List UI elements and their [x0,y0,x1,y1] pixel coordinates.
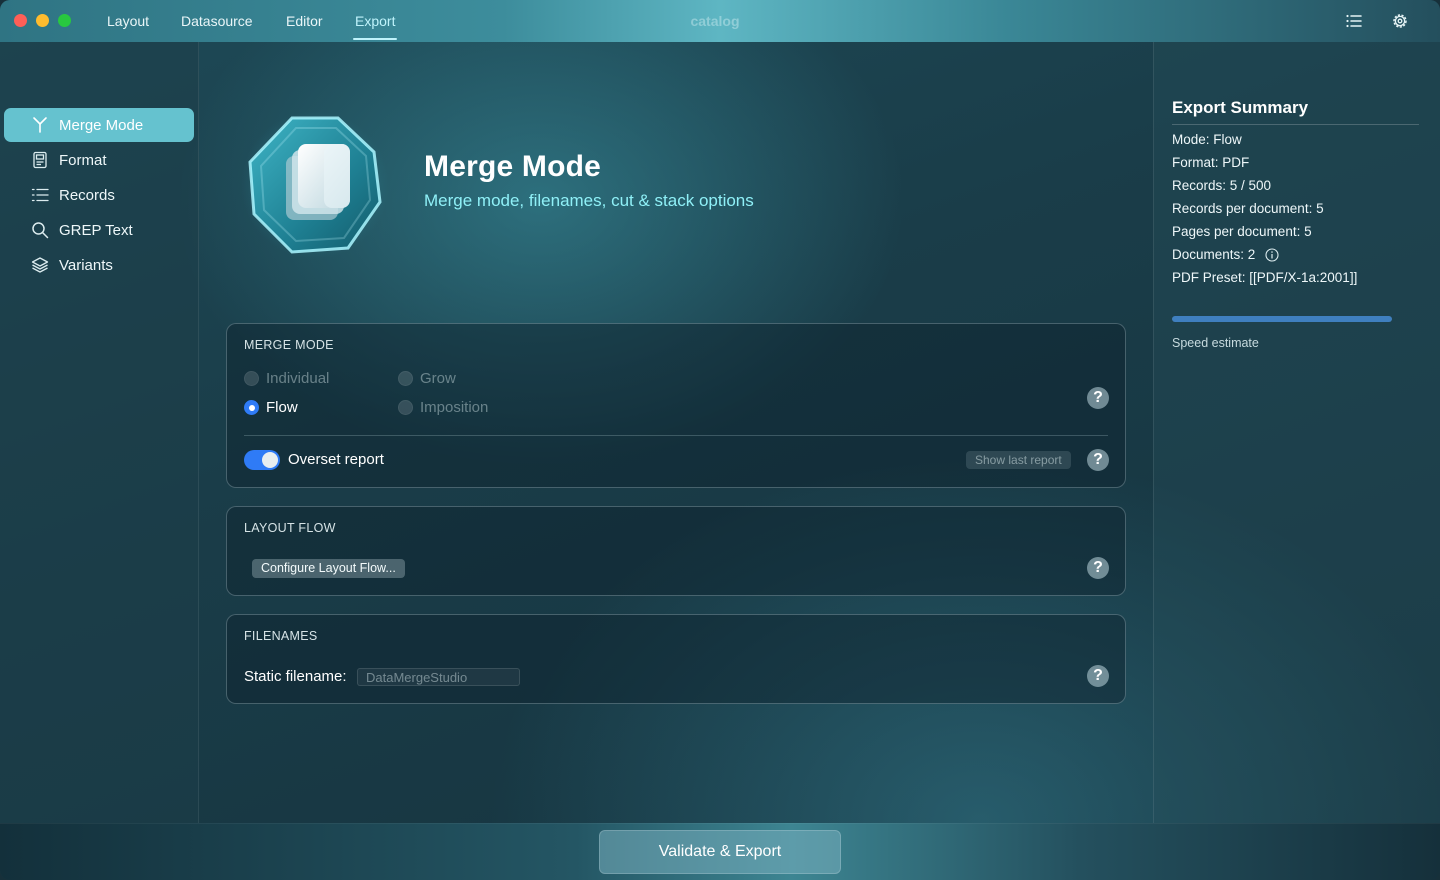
speed-estimate-fill [1172,316,1392,322]
divider [1172,124,1419,125]
summary-title: Export Summary [1172,98,1309,117]
footer-bar: Validate & Export [0,823,1440,880]
sidebar-item-records[interactable]: Records [4,178,194,212]
tab-layout[interactable]: Layout [107,0,149,42]
overset-report-label: Overset report [288,451,384,468]
title-bar: Layout Datasource Editor Export catalog [0,0,1440,42]
export-summary-panel: Export Summary Mode: Flow Format: PDF Re… [1153,42,1440,823]
close-window-button[interactable] [14,14,27,27]
sidebar-item-label: Merge Mode [59,116,144,134]
overset-report-toggle[interactable] [244,450,280,470]
divider [244,435,1108,436]
search-icon [30,220,50,240]
show-last-report-button[interactable]: Show last report [966,451,1071,469]
summary-documents: Documents: 2 [1172,247,1256,262]
configure-layout-flow-button[interactable]: Configure Layout Flow... [252,559,405,578]
page-subtitle: Merge mode, filenames, cut & stack optio… [424,191,754,210]
help-button[interactable]: ? [1087,665,1109,687]
radio-label: Flow [266,399,298,416]
speed-estimate-bar [1172,316,1392,322]
summary-records: Records: 5 / 500 [1172,178,1272,193]
radio-label: Imposition [420,399,489,416]
tab-editor[interactable]: Editor [286,0,323,42]
summary-mode: Mode: Flow [1172,132,1242,147]
zoom-window-button[interactable] [58,14,71,27]
sidebar-item-grep-text[interactable]: GREP Text [4,213,194,247]
summary-format: Format: PDF [1172,155,1250,170]
radio-individual[interactable]: Individual [244,370,329,387]
summary-documents-row: Documents: 2 [1172,247,1279,262]
documents-stack-icon [241,111,389,259]
validate-export-button[interactable]: Validate & Export [599,830,841,874]
minimize-window-button[interactable] [36,14,49,27]
radio-flow[interactable]: Flow [244,399,298,416]
app-window: Layout Datasource Editor Export catalog … [0,0,1440,880]
sidebar-item-label: Records [59,186,115,204]
help-button[interactable]: ? [1087,387,1109,409]
filenames-panel: FILENAMES Static filename: DataMergeStud… [226,614,1126,704]
page-title: Merge Mode [424,150,602,183]
sidebar: Merge Mode Format Records GREP Text Vari… [0,42,199,823]
sidebar-item-label: GREP Text [59,221,133,239]
sidebar-item-variants[interactable]: Variants [4,248,194,282]
tab-datasource[interactable]: Datasource [181,0,253,42]
radio-circle [244,371,259,386]
radio-imposition[interactable]: Imposition [398,399,488,416]
static-filename-input[interactable]: DataMergeStudio [357,668,520,686]
merge-mode-panel: MERGE MODE Individual Grow Flow Impositi… [226,323,1126,488]
radio-circle [244,400,259,415]
records-list-icon [30,185,50,205]
panel-title: LAYOUT FLOW [244,521,336,535]
summary-pages-per-document: Pages per document: 5 [1172,224,1312,239]
panel-title: FILENAMES [244,629,318,643]
summary-pdf-preset: PDF Preset: [[PDF/X-1a:2001]] [1172,270,1358,285]
tab-export[interactable]: Export [352,0,398,42]
info-icon[interactable] [1265,247,1279,262]
radio-grow[interactable]: Grow [398,370,456,387]
layout-flow-panel: LAYOUT FLOW Configure Layout Flow... ? [226,506,1126,596]
help-button[interactable]: ? [1087,449,1109,471]
help-button[interactable]: ? [1087,557,1109,579]
window-title: catalog [690,13,740,29]
panel-title: MERGE MODE [244,338,334,352]
radio-label: Grow [420,370,456,387]
sidebar-item-format[interactable]: Format [4,143,194,177]
radio-label: Individual [266,370,330,387]
summary-records-per-document: Records per document: 5 [1172,201,1324,216]
list-icon[interactable] [1344,11,1364,31]
radio-circle [398,400,413,415]
static-filename-label: Static filename: [244,668,347,685]
speed-estimate-label: Speed estimate [1172,336,1259,350]
gear-icon[interactable] [1390,11,1410,31]
merge-icon [30,115,50,135]
sidebar-item-label: Variants [59,256,113,274]
sidebar-item-merge-mode[interactable]: Merge Mode [4,108,194,142]
layers-icon [30,255,50,275]
radio-circle [398,371,413,386]
format-icon [30,150,50,170]
sidebar-item-label: Format [59,151,107,169]
